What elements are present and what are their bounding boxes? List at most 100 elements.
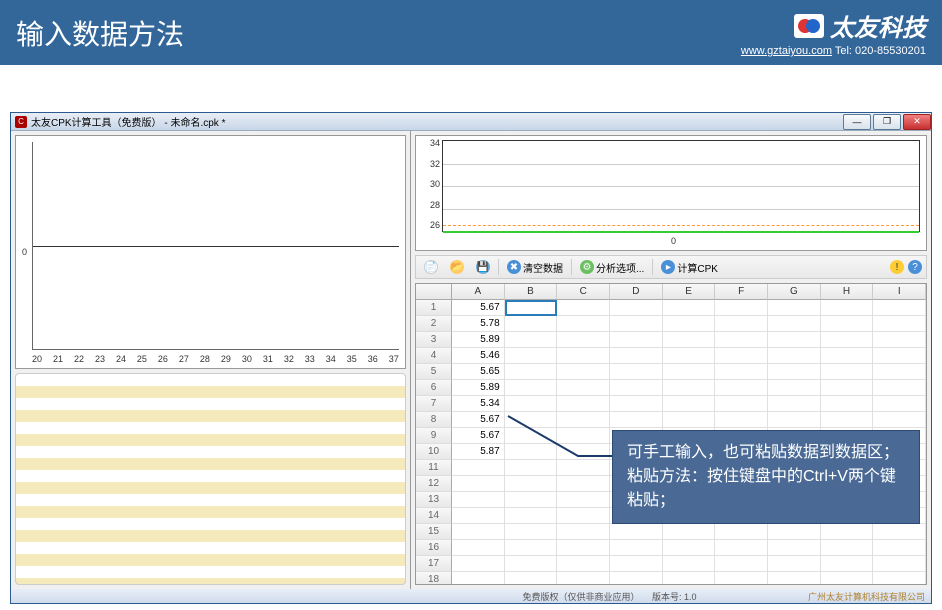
cell-B16[interactable]	[505, 540, 558, 556]
cell-I4[interactable]	[873, 348, 926, 364]
cell-E6[interactable]	[663, 380, 716, 396]
cell-C16[interactable]	[557, 540, 610, 556]
cell-A3[interactable]: 5.89	[452, 332, 505, 348]
new-button[interactable]: 📄	[420, 258, 442, 276]
row-header-14[interactable]: 14	[416, 508, 452, 524]
cell-B13[interactable]	[505, 492, 558, 508]
cell-D2[interactable]	[610, 316, 663, 332]
cell-D4[interactable]	[610, 348, 663, 364]
cell-D1[interactable]	[610, 300, 663, 316]
maximize-button[interactable]: ❐	[873, 114, 901, 130]
cell-E7[interactable]	[663, 396, 716, 412]
cell-E18[interactable]	[663, 572, 716, 585]
cell-F7[interactable]	[715, 396, 768, 412]
calculate-cpk-button[interactable]: ▸计算CPK	[657, 258, 722, 277]
warning-icon[interactable]: !	[890, 260, 904, 274]
cell-E1[interactable]	[663, 300, 716, 316]
cell-A16[interactable]	[452, 540, 505, 556]
cell-G5[interactable]	[768, 364, 821, 380]
row-header-6[interactable]: 6	[416, 380, 452, 396]
cell-F1[interactable]	[715, 300, 768, 316]
cell-C12[interactable]	[557, 476, 610, 492]
cell-A11[interactable]	[452, 460, 505, 476]
row-header-7[interactable]: 7	[416, 396, 452, 412]
cell-G6[interactable]	[768, 380, 821, 396]
cell-A6[interactable]: 5.89	[452, 380, 505, 396]
cell-I17[interactable]	[873, 556, 926, 572]
cell-I3[interactable]	[873, 332, 926, 348]
cell-H8[interactable]	[821, 412, 874, 428]
column-header-F[interactable]: F	[715, 284, 768, 300]
cell-I2[interactable]	[873, 316, 926, 332]
cell-A7[interactable]: 5.34	[452, 396, 505, 412]
cell-H16[interactable]	[821, 540, 874, 556]
cell-F16[interactable]	[715, 540, 768, 556]
row-header-9[interactable]: 9	[416, 428, 452, 444]
cell-E3[interactable]	[663, 332, 716, 348]
cell-H1[interactable]	[821, 300, 874, 316]
row-header-17[interactable]: 17	[416, 556, 452, 572]
cell-C1[interactable]	[557, 300, 610, 316]
cell-B18[interactable]	[505, 572, 558, 585]
cell-H2[interactable]	[821, 316, 874, 332]
cell-E5[interactable]	[663, 364, 716, 380]
cell-F6[interactable]	[715, 380, 768, 396]
cell-H7[interactable]	[821, 396, 874, 412]
left-chart[interactable]: 0 202122232425262728293031323334353637	[15, 135, 406, 369]
cell-C2[interactable]	[557, 316, 610, 332]
cell-A17[interactable]	[452, 556, 505, 572]
cell-B15[interactable]	[505, 524, 558, 540]
cell-E2[interactable]	[663, 316, 716, 332]
row-header-1[interactable]: 1	[416, 300, 452, 316]
cell-G2[interactable]	[768, 316, 821, 332]
window-titlebar[interactable]: C 太友CPK计算工具（免费版） - 未命名.cpk * — ❐ ✕	[11, 113, 931, 131]
cell-B2[interactable]	[505, 316, 558, 332]
cell-C6[interactable]	[557, 380, 610, 396]
cell-H17[interactable]	[821, 556, 874, 572]
cell-H4[interactable]	[821, 348, 874, 364]
cell-D5[interactable]	[610, 364, 663, 380]
cell-C4[interactable]	[557, 348, 610, 364]
cell-G7[interactable]	[768, 396, 821, 412]
cell-F8[interactable]	[715, 412, 768, 428]
cell-A1[interactable]: 5.67	[452, 300, 505, 316]
cell-G16[interactable]	[768, 540, 821, 556]
cell-C17[interactable]	[557, 556, 610, 572]
cell-E4[interactable]	[663, 348, 716, 364]
cell-G17[interactable]	[768, 556, 821, 572]
cell-H6[interactable]	[821, 380, 874, 396]
close-button[interactable]: ✕	[903, 114, 931, 130]
cell-E8[interactable]	[663, 412, 716, 428]
row-header-13[interactable]: 13	[416, 492, 452, 508]
analysis-options-button[interactable]: ⚙分析选项...	[576, 258, 648, 277]
column-header-H[interactable]: H	[821, 284, 874, 300]
cell-E17[interactable]	[663, 556, 716, 572]
row-header-11[interactable]: 11	[416, 460, 452, 476]
cell-D15[interactable]	[610, 524, 663, 540]
cell-H18[interactable]	[821, 572, 874, 585]
cell-A2[interactable]: 5.78	[452, 316, 505, 332]
cell-C18[interactable]	[557, 572, 610, 585]
cell-G4[interactable]	[768, 348, 821, 364]
row-header-18[interactable]: 18	[416, 572, 452, 585]
cell-A9[interactable]: 5.67	[452, 428, 505, 444]
cell-I8[interactable]	[873, 412, 926, 428]
cell-D16[interactable]	[610, 540, 663, 556]
cell-C7[interactable]	[557, 396, 610, 412]
cell-I6[interactable]	[873, 380, 926, 396]
cell-I7[interactable]	[873, 396, 926, 412]
cell-A14[interactable]	[452, 508, 505, 524]
cell-F2[interactable]	[715, 316, 768, 332]
website-link[interactable]: www.gztaiyou.com	[741, 45, 832, 57]
cell-C3[interactable]	[557, 332, 610, 348]
cell-A18[interactable]	[452, 572, 505, 585]
row-header-3[interactable]: 3	[416, 332, 452, 348]
grid-select-all[interactable]	[416, 284, 452, 300]
cell-I5[interactable]	[873, 364, 926, 380]
cell-I15[interactable]	[873, 524, 926, 540]
minimize-button[interactable]: —	[843, 114, 871, 130]
cell-B6[interactable]	[505, 380, 558, 396]
cell-A5[interactable]: 5.65	[452, 364, 505, 380]
row-header-16[interactable]: 16	[416, 540, 452, 556]
cell-B4[interactable]	[505, 348, 558, 364]
